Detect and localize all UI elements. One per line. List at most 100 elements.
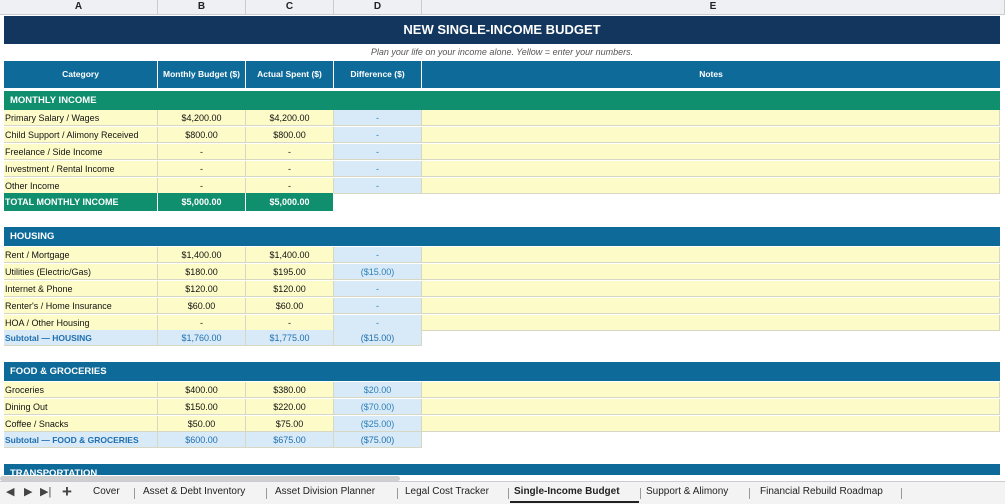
subtotal-actual[interactable]: $1,775.00 <box>246 330 334 346</box>
header-budget[interactable]: Monthly Budget ($) <box>158 61 246 88</box>
header-difference[interactable]: Difference ($) <box>334 61 422 88</box>
notes-cell[interactable] <box>422 264 1000 280</box>
notes-cell[interactable] <box>422 416 1000 432</box>
sheet-tab-cover[interactable]: Cover <box>93 486 120 497</box>
budget-cell[interactable]: $400.00 <box>158 382 246 398</box>
sheet-tab-legal-cost-tracker[interactable]: Legal Cost Tracker <box>405 486 489 497</box>
total-income-label[interactable]: TOTAL MONTHLY INCOME <box>4 193 158 212</box>
category-cell[interactable]: Groceries <box>4 382 158 398</box>
section-transportation[interactable]: TRANSPORTATION <box>4 464 1000 475</box>
budget-cell[interactable]: $800.00 <box>158 127 246 143</box>
notes-cell[interactable] <box>422 178 1000 194</box>
category-cell[interactable]: Rent / Mortgage <box>4 247 158 263</box>
actual-cell[interactable]: $800.00 <box>246 127 334 143</box>
header-category[interactable]: Category <box>4 61 158 88</box>
actual-cell[interactable]: $60.00 <box>246 298 334 314</box>
difference-cell[interactable]: - <box>334 161 422 177</box>
sheet-tab-support-alimony[interactable]: Support & Alimony <box>646 486 728 497</box>
category-cell[interactable]: Coffee / Snacks <box>4 416 158 432</box>
category-cell[interactable]: Child Support / Alimony Received <box>4 127 158 143</box>
category-cell[interactable]: HOA / Other Housing <box>4 315 158 331</box>
notes-cell[interactable] <box>422 144 1000 160</box>
actual-cell[interactable]: - <box>246 161 334 177</box>
actual-cell[interactable]: $195.00 <box>246 264 334 280</box>
category-cell[interactable]: Investment / Rental Income <box>4 161 158 177</box>
category-cell[interactable]: Freelance / Side Income <box>4 144 158 160</box>
budget-cell[interactable]: - <box>158 315 246 331</box>
subtotal-label[interactable]: Subtotal — HOUSING <box>4 330 158 346</box>
category-cell[interactable]: Renter's / Home Insurance <box>4 298 158 314</box>
difference-cell[interactable]: - <box>334 247 422 263</box>
category-cell[interactable]: Dining Out <box>4 399 158 415</box>
budget-cell[interactable]: - <box>158 178 246 194</box>
notes-cell[interactable] <box>422 315 1000 331</box>
difference-cell[interactable]: - <box>334 281 422 297</box>
notes-cell[interactable] <box>422 382 1000 398</box>
budget-cell[interactable]: $180.00 <box>158 264 246 280</box>
total-income-actual[interactable]: $5,000.00 <box>246 193 334 212</box>
actual-cell[interactable]: $75.00 <box>246 416 334 432</box>
budget-cell[interactable]: $150.00 <box>158 399 246 415</box>
section-food[interactable]: FOOD & GROCERIES <box>4 362 1000 381</box>
first-sheet-icon[interactable]: ◀ <box>6 485 14 498</box>
add-sheet-icon[interactable]: + <box>62 482 72 502</box>
notes-cell[interactable] <box>422 127 1000 143</box>
budget-cell[interactable]: $60.00 <box>158 298 246 314</box>
sheet-tab-asset-division-planner[interactable]: Asset Division Planner <box>275 486 375 497</box>
sheet-tab-single-income-budget[interactable]: Single-Income Budget <box>514 486 620 497</box>
notes-cell[interactable] <box>422 161 1000 177</box>
notes-cell[interactable] <box>422 399 1000 415</box>
notes-cell[interactable] <box>422 281 1000 297</box>
category-cell[interactable]: Internet & Phone <box>4 281 158 297</box>
difference-cell[interactable]: ($15.00) <box>334 264 422 280</box>
notes-cell[interactable] <box>422 247 1000 263</box>
difference-cell[interactable]: ($25.00) <box>334 416 422 432</box>
column-header-b[interactable]: B <box>158 0 246 14</box>
category-cell[interactable]: Primary Salary / Wages <box>4 110 158 126</box>
sheet-tab-financial-rebuild-roadmap[interactable]: Financial Rebuild Roadmap <box>760 486 883 497</box>
difference-cell[interactable]: ($70.00) <box>334 399 422 415</box>
subtotal-label[interactable]: Subtotal — FOOD & GROCERIES <box>4 432 158 448</box>
next-sheet-icon[interactable]: ▶ <box>24 485 32 498</box>
subtotal-actual[interactable]: $675.00 <box>246 432 334 448</box>
sheet-title[interactable]: NEW SINGLE-INCOME BUDGET <box>4 16 1000 44</box>
column-header-e[interactable]: E <box>422 0 1005 14</box>
budget-cell[interactable]: $50.00 <box>158 416 246 432</box>
subtotal-budget[interactable]: $1,760.00 <box>158 330 246 346</box>
header-actual[interactable]: Actual Spent ($) <box>246 61 334 88</box>
column-header-a[interactable]: A <box>0 0 158 14</box>
subtotal-difference[interactable]: ($15.00) <box>334 330 422 346</box>
spreadsheet-grid[interactable]: NEW SINGLE-INCOME BUDGET Plan your life … <box>0 15 1005 475</box>
actual-cell[interactable]: $380.00 <box>246 382 334 398</box>
section-income[interactable]: MONTHLY INCOME <box>4 91 1000 110</box>
actual-cell[interactable]: $220.00 <box>246 399 334 415</box>
sheet-subtitle[interactable]: Plan your life on your income alone. Yel… <box>4 45 1000 60</box>
actual-cell[interactable]: $120.00 <box>246 281 334 297</box>
difference-cell[interactable]: - <box>334 178 422 194</box>
notes-cell[interactable] <box>422 298 1000 314</box>
category-cell[interactable]: Other Income <box>4 178 158 194</box>
budget-cell[interactable]: $120.00 <box>158 281 246 297</box>
budget-cell[interactable]: - <box>158 144 246 160</box>
difference-cell[interactable]: $20.00 <box>334 382 422 398</box>
budget-cell[interactable]: $1,400.00 <box>158 247 246 263</box>
actual-cell[interactable]: - <box>246 144 334 160</box>
difference-cell[interactable]: - <box>334 144 422 160</box>
actual-cell[interactable]: $4,200.00 <box>246 110 334 126</box>
sheet-tab-asset-debt-inventory[interactable]: Asset & Debt Inventory <box>143 486 245 497</box>
subtotal-difference[interactable]: ($75.00) <box>334 432 422 448</box>
subtotal-budget[interactable]: $600.00 <box>158 432 246 448</box>
last-sheet-icon[interactable]: ▶| <box>40 485 51 498</box>
notes-cell[interactable] <box>422 110 1000 126</box>
actual-cell[interactable]: - <box>246 178 334 194</box>
budget-cell[interactable]: - <box>158 161 246 177</box>
total-income-budget[interactable]: $5,000.00 <box>158 193 246 212</box>
column-header-d[interactable]: D <box>334 0 422 14</box>
difference-cell[interactable]: - <box>334 315 422 331</box>
budget-cell[interactable]: $4,200.00 <box>158 110 246 126</box>
header-notes[interactable]: Notes <box>422 61 1000 88</box>
actual-cell[interactable]: - <box>246 315 334 331</box>
column-header-c[interactable]: C <box>246 0 334 14</box>
difference-cell[interactable]: - <box>334 110 422 126</box>
difference-cell[interactable]: - <box>334 127 422 143</box>
